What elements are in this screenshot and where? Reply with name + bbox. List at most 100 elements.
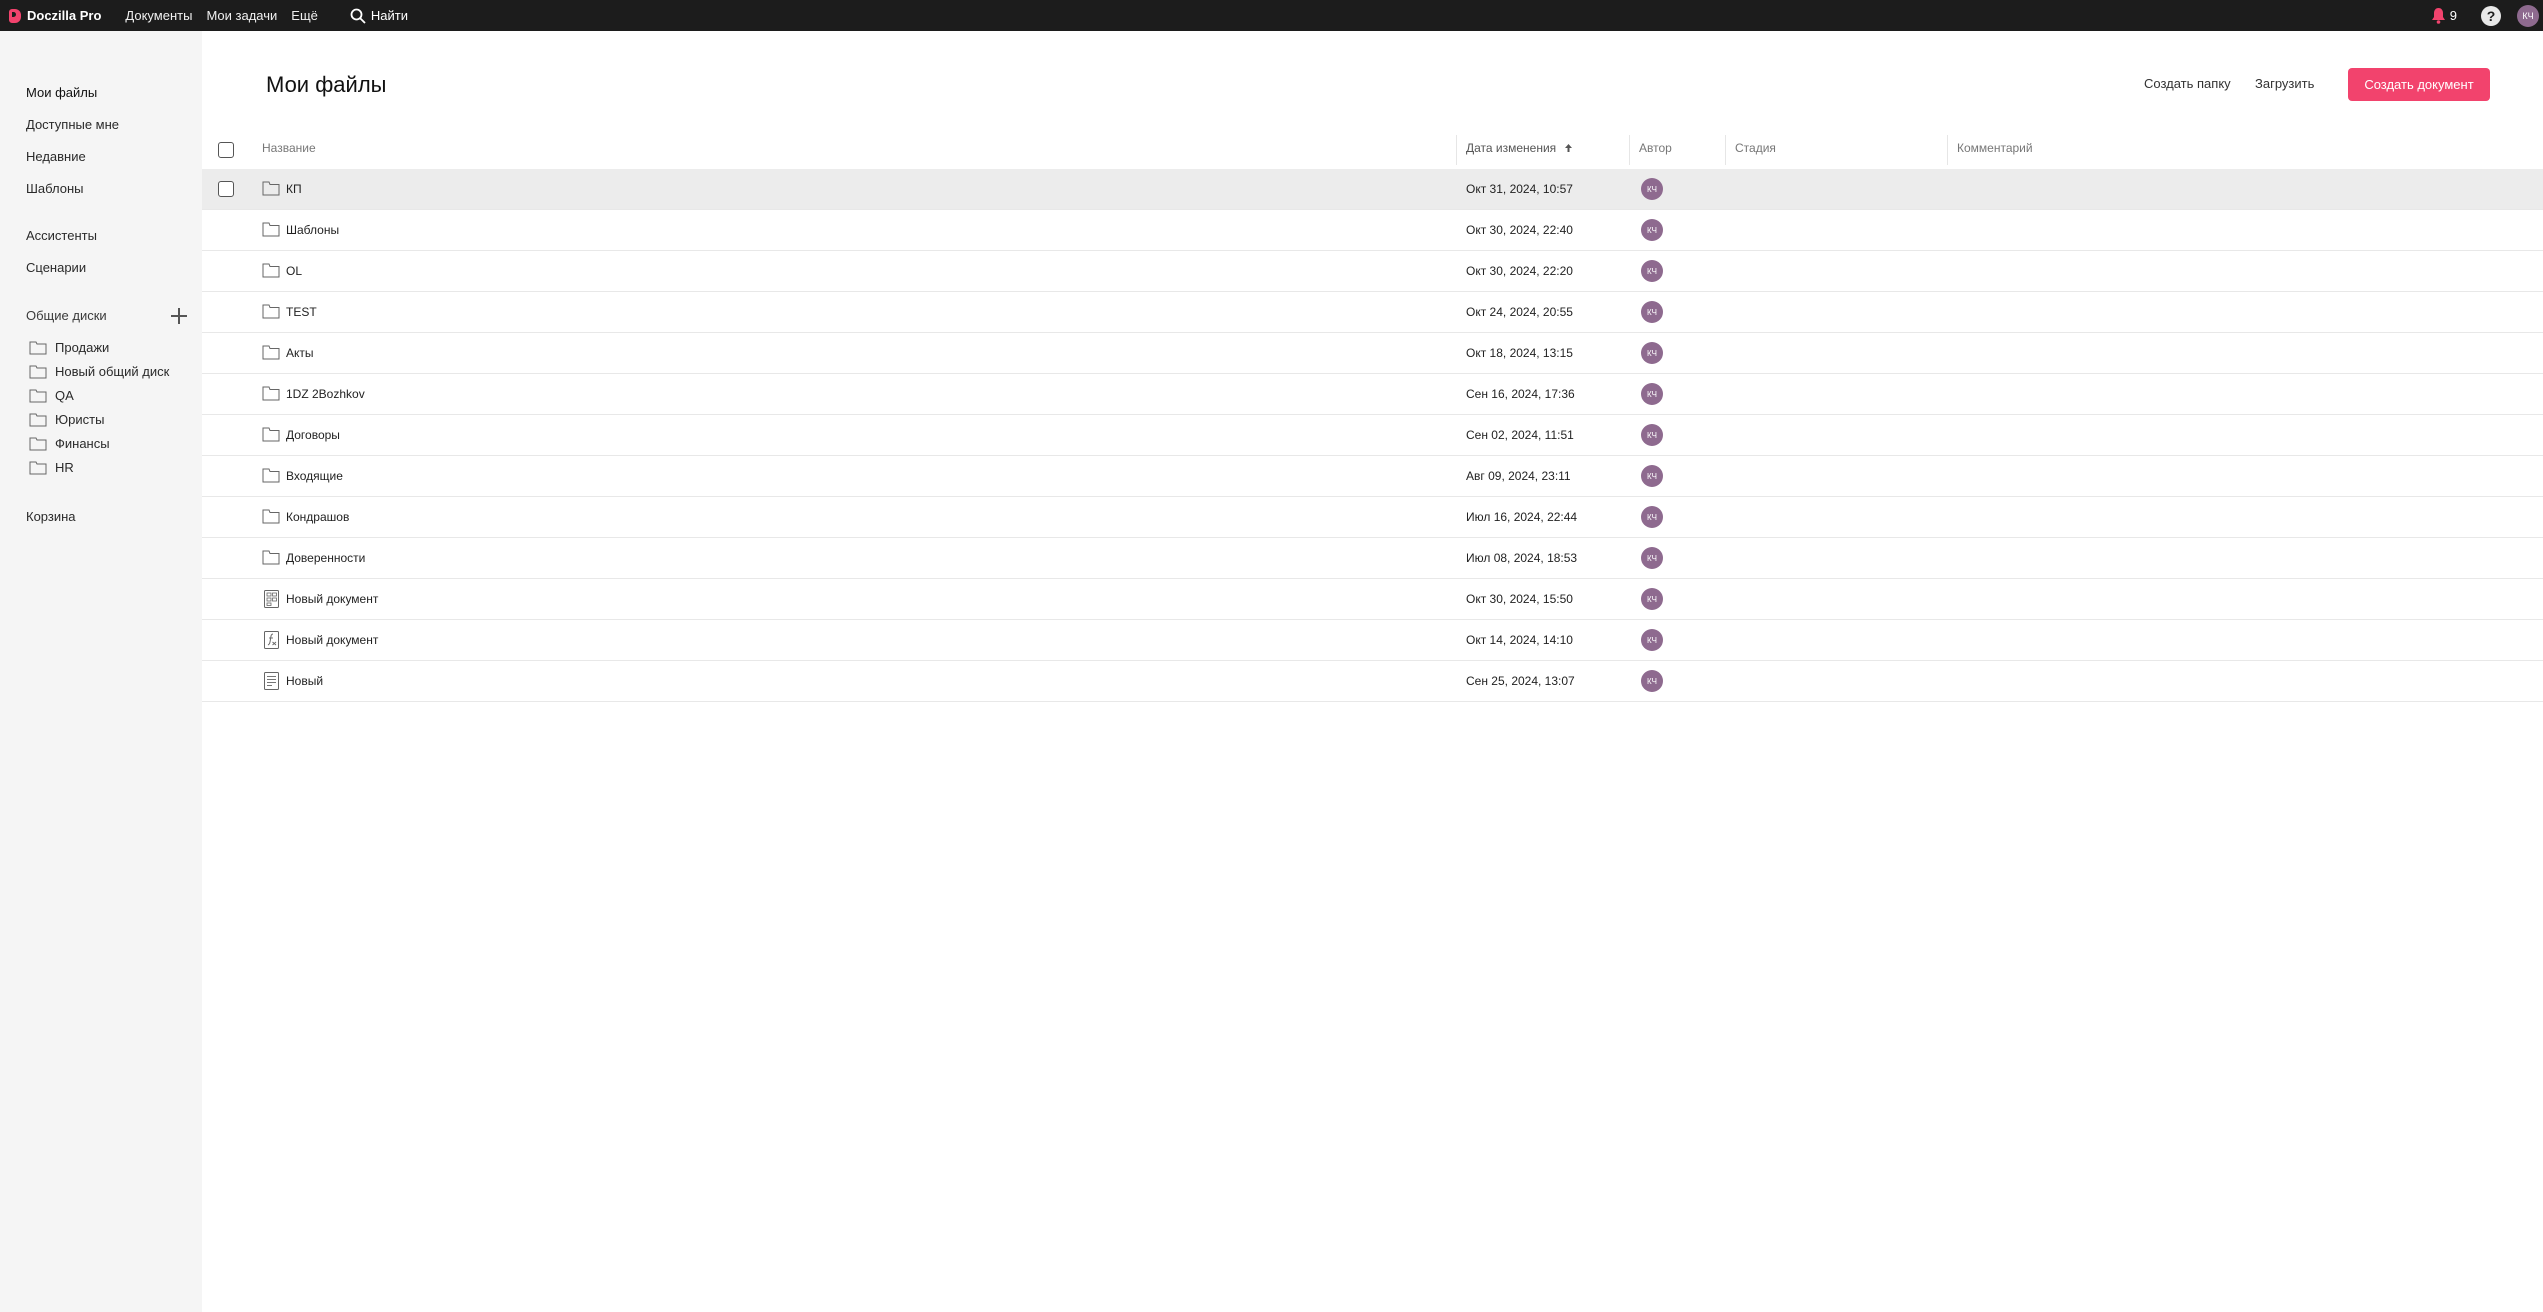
author-avatar[interactable]: КЧ xyxy=(1641,629,1663,651)
shared-disk-qa[interactable]: QA xyxy=(29,388,74,403)
table-row[interactable]: Входящие Авг 09, 2024, 23:11 КЧ xyxy=(202,456,2543,497)
table-row[interactable]: Новый документ Окт 30, 2024, 15:50 КЧ xyxy=(202,579,2543,620)
folder-icon xyxy=(29,389,47,402)
folder-icon xyxy=(262,468,280,483)
notifications-count: 9 xyxy=(2449,8,2457,23)
author-avatar[interactable]: КЧ xyxy=(1641,301,1663,323)
file-name[interactable]: TEST xyxy=(286,305,317,319)
table-row[interactable]: Договоры Сен 02, 2024, 11:51 КЧ xyxy=(202,415,2543,456)
search-label: Найти xyxy=(370,8,408,23)
shared-disk-label: Юристы xyxy=(55,412,105,427)
create-document-button[interactable]: Создать документ xyxy=(2348,68,2490,101)
modified-date: Сен 25, 2024, 13:07 xyxy=(1466,674,1575,688)
sidebar-item-trash[interactable]: Корзина xyxy=(26,509,76,524)
sidebar-item-shared-with-me[interactable]: Доступные мне xyxy=(26,117,119,132)
folder-icon xyxy=(29,341,47,354)
folder-icon xyxy=(262,427,280,442)
column-header-name[interactable]: Название xyxy=(262,141,316,155)
file-name[interactable]: 1DZ 2Bozhkov xyxy=(286,387,365,401)
sidebar-item-assistants[interactable]: Ассистенты xyxy=(26,228,97,243)
search-icon xyxy=(350,8,366,24)
modified-date: Окт 30, 2024, 22:20 xyxy=(1466,264,1573,278)
author-avatar[interactable]: КЧ xyxy=(1641,383,1663,405)
form-document-icon xyxy=(264,590,279,608)
table-row[interactable]: КП Окт 31, 2024, 10:57 КЧ xyxy=(202,169,2543,210)
author-avatar[interactable]: КЧ xyxy=(1641,670,1663,692)
sidebar-item-scenarios[interactable]: Сценарии xyxy=(26,260,86,275)
column-divider[interactable] xyxy=(1456,135,1457,165)
file-name[interactable]: Входящие xyxy=(286,469,343,483)
table-row[interactable]: OL Окт 30, 2024, 22:20 КЧ xyxy=(202,251,2543,292)
notifications-button[interactable]: 9 xyxy=(2431,7,2457,24)
author-avatar[interactable]: КЧ xyxy=(1641,547,1663,569)
sidebar-item-recent[interactable]: Недавние xyxy=(26,149,86,164)
file-name[interactable]: Новый документ xyxy=(286,633,378,647)
row-checkbox[interactable] xyxy=(218,181,234,197)
modified-date: Июл 08, 2024, 18:53 xyxy=(1466,551,1578,565)
table-row[interactable]: Акты Окт 18, 2024, 13:15 КЧ xyxy=(202,333,2543,374)
folder-icon xyxy=(262,263,280,278)
text-document-icon xyxy=(264,672,279,690)
file-name[interactable]: Кондрашов xyxy=(286,510,349,524)
add-shared-disk-icon[interactable] xyxy=(171,308,187,324)
shared-disk-sales[interactable]: Продажи xyxy=(29,340,109,355)
file-name[interactable]: Шаблоны xyxy=(286,223,339,237)
table-row[interactable]: Новый документ Окт 14, 2024, 14:10 КЧ xyxy=(202,620,2543,661)
create-folder-button[interactable]: Создать папку xyxy=(2144,76,2231,91)
nav-documents[interactable]: Документы xyxy=(125,8,192,23)
arrow-up-icon xyxy=(1564,144,1572,152)
column-header-author[interactable]: Автор xyxy=(1639,141,1672,155)
author-avatar[interactable]: КЧ xyxy=(1641,506,1663,528)
table-row[interactable]: Новый Сен 25, 2024, 13:07 КЧ xyxy=(202,661,2543,702)
author-avatar[interactable]: КЧ xyxy=(1641,178,1663,200)
table-row[interactable]: TEST Окт 24, 2024, 20:55 КЧ xyxy=(202,292,2543,333)
file-name[interactable]: Новый xyxy=(286,674,323,688)
shared-disk-new[interactable]: Новый общий диск xyxy=(29,364,169,379)
sidebar: Мои файлы Доступные мне Недавние Шаблоны… xyxy=(0,31,202,1312)
nav-my-tasks[interactable]: Мои задачи xyxy=(206,8,277,23)
column-divider[interactable] xyxy=(1725,135,1726,165)
file-name[interactable]: Доверенности xyxy=(286,551,365,565)
top-navigation-bar: Doczilla Pro Документы Мои задачи Ещё На… xyxy=(0,0,2543,31)
sidebar-item-templates[interactable]: Шаблоны xyxy=(26,181,84,196)
upload-button[interactable]: Загрузить xyxy=(2255,76,2314,91)
column-header-modified[interactable]: Дата изменения xyxy=(1466,141,1573,155)
sidebar-item-my-files[interactable]: Мои файлы xyxy=(26,85,97,100)
help-icon[interactable]: ? xyxy=(2481,5,2501,26)
table-row[interactable]: Кондрашов Июл 16, 2024, 22:44 КЧ xyxy=(202,497,2543,538)
table-row[interactable]: 1DZ 2Bozhkov Сен 16, 2024, 17:36 КЧ xyxy=(202,374,2543,415)
shared-disk-label: Новый общий диск xyxy=(55,364,170,379)
table-row[interactable]: Доверенности Июл 08, 2024, 18:53 КЧ xyxy=(202,538,2543,579)
shared-disk-finance[interactable]: Финансы xyxy=(29,436,110,451)
nav-more[interactable]: Ещё xyxy=(291,8,318,23)
column-divider[interactable] xyxy=(1947,135,1948,165)
author-avatar[interactable]: КЧ xyxy=(1641,424,1663,446)
folder-icon xyxy=(262,550,280,565)
search-button[interactable]: Найти xyxy=(350,8,408,24)
file-name[interactable]: КП xyxy=(286,182,302,196)
author-avatar[interactable]: КЧ xyxy=(1641,588,1663,610)
table-row[interactable]: Шаблоны Окт 30, 2024, 22:40 КЧ xyxy=(202,210,2543,251)
file-name[interactable]: OL xyxy=(286,264,302,278)
shared-disk-hr[interactable]: HR xyxy=(29,460,74,475)
top-right-controls: 9 ? КЧ xyxy=(2431,0,2543,31)
column-divider[interactable] xyxy=(1629,135,1630,165)
shared-disks-heading: Общие диски xyxy=(26,308,107,323)
top-nav: Документы Мои задачи Ещё xyxy=(125,8,331,23)
shared-disk-lawyers[interactable]: Юристы xyxy=(29,412,104,427)
file-name[interactable]: Акты xyxy=(286,346,314,360)
file-name[interactable]: Договоры xyxy=(286,428,340,442)
select-all-checkbox[interactable] xyxy=(218,142,234,158)
page-title: Мои файлы xyxy=(266,72,387,97)
author-avatar[interactable]: КЧ xyxy=(1641,465,1663,487)
column-header-comment[interactable]: Комментарий xyxy=(1957,141,2033,155)
column-header-stage[interactable]: Стадия xyxy=(1735,141,1776,155)
modified-date: Авг 09, 2024, 23:11 xyxy=(1466,469,1571,483)
folder-icon xyxy=(29,365,47,378)
file-name[interactable]: Новый документ xyxy=(286,592,378,606)
author-avatar[interactable]: КЧ xyxy=(1641,342,1663,364)
app-logo[interactable]: Doczilla Pro xyxy=(9,8,101,23)
author-avatar[interactable]: КЧ xyxy=(1641,260,1663,282)
user-avatar[interactable]: КЧ xyxy=(2517,4,2539,27)
author-avatar[interactable]: КЧ xyxy=(1641,219,1663,241)
